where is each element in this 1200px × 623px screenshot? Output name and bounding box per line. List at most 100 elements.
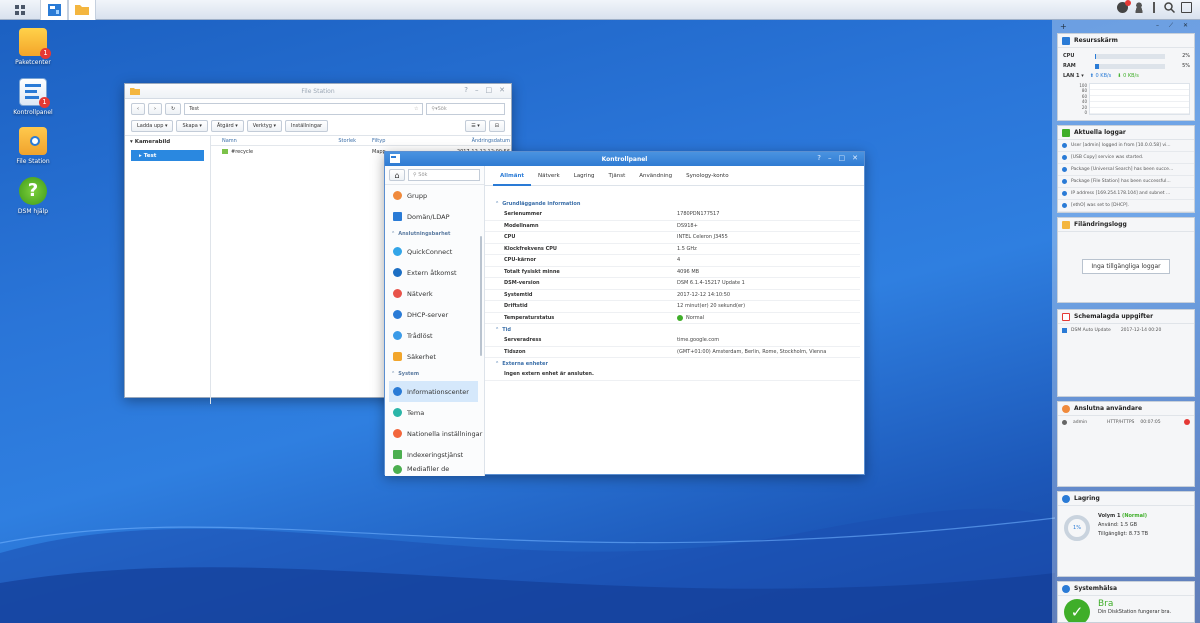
info-value: 1780PDN177517 (677, 211, 720, 218)
settings-button[interactable]: Inställningar (285, 119, 329, 132)
list-item[interactable]: [USB Copy] service was started. (1058, 152, 1194, 164)
tab-network[interactable]: Nätverk (531, 173, 567, 179)
search-placeholder: Sök (437, 106, 447, 112)
desktop-icon-dsm-help[interactable]: ? DSM hjälp (3, 177, 63, 215)
desktop-icon-control-panel[interactable]: 1 Kontrollpanel (3, 78, 63, 116)
tree-root[interactable]: ▾ Kamerabild (125, 139, 210, 148)
column-type[interactable]: Filtyp (362, 138, 422, 144)
widget-header[interactable]: Anslutna användare (1058, 402, 1194, 416)
widgets-icon[interactable] (1181, 2, 1192, 13)
user-icon[interactable] (1134, 2, 1144, 13)
notification-icon[interactable] (1117, 0, 1131, 13)
sidebar-item-wireless[interactable]: Trådlöst (385, 325, 484, 346)
tools-label: Verktyg (252, 122, 272, 129)
task-row[interactable]: DSM Auto Update 2017-12-14 00:20 (1058, 324, 1194, 336)
path-field[interactable]: Test ☆ (184, 103, 424, 115)
resource-monitor-icon (1062, 36, 1070, 45)
list-item[interactable]: Package [Universal Search] has been succ… (1058, 164, 1194, 176)
search-input[interactable]: ⚲▾ Sök (426, 103, 505, 115)
info-key: Driftstid (504, 303, 528, 310)
forward-button[interactable]: › (148, 103, 162, 115)
search-input[interactable]: ⚲ Sök (408, 169, 480, 181)
sidebar-scrollbar[interactable] (480, 236, 482, 356)
sidebar-item-external-access[interactable]: Extern åtkomst (385, 262, 484, 283)
close-icon[interactable]: ✕ (499, 86, 505, 94)
user-row[interactable]: admin HTTP/HTTPS 00:07:05 (1058, 416, 1194, 428)
sidebar-item-info-center[interactable]: Informationscenter (389, 381, 478, 402)
sidebar-item-media[interactable]: Mediafiler de (385, 465, 484, 475)
widget-header[interactable]: Schemalagda uppgifter (1058, 310, 1194, 324)
info-value: DSM 6.1.4-15217 Update 1 (677, 280, 745, 287)
create-button[interactable]: Skapa ▾ (176, 119, 208, 132)
widget-header[interactable]: Systemhälsa (1058, 582, 1194, 596)
column-name[interactable]: Namn (222, 138, 312, 144)
back-button[interactable]: ‹ (131, 103, 145, 115)
download-value: 0 KB/s (1123, 73, 1139, 79)
list-item[interactable]: IP address [169.254.178.104] and subnet … (1058, 188, 1194, 200)
section-basic-info[interactable]: ⌃ Grundläggande information (485, 198, 860, 209)
list-item[interactable]: Package [File Station] has been successf… (1058, 176, 1194, 188)
tab-storage[interactable]: Lagring (567, 173, 602, 179)
info-key: CPU-kärnor (504, 257, 537, 264)
package-center-icon: 1 (19, 28, 51, 59)
sidebar-item-network[interactable]: Nätverk (385, 283, 484, 304)
action-button[interactable]: Åtgärd ▾ (210, 119, 244, 132)
sidebar-item-indexing[interactable]: Indexeringstjänst (385, 444, 484, 465)
options-icon[interactable] (1150, 2, 1158, 13)
list-item[interactable]: [ethO] was set to [DHCP]. (1058, 200, 1194, 212)
section-connectivity[interactable]: ⌃ Anslutningsbarhet (385, 227, 484, 241)
window-titlebar[interactable]: File Station ? – □ ✕ (125, 84, 511, 99)
search-icon[interactable] (1164, 2, 1175, 13)
sidebar-item-domain[interactable]: Domän/LDAP (385, 206, 484, 227)
tree-item-test[interactable]: ▸ Test (131, 150, 204, 161)
home-button[interactable]: ⌂ (389, 169, 405, 181)
view-list-button[interactable]: ☰ ▾ (465, 119, 486, 132)
users-icon (1062, 404, 1070, 413)
desktop-icon-package-center[interactable]: 1 Paketcenter (3, 28, 63, 66)
section-time[interactable]: ⌃ Tid (485, 324, 860, 335)
help-icon[interactable]: ? (817, 154, 821, 162)
widget-header[interactable]: Resursskärm (1058, 34, 1194, 48)
close-icon[interactable]: ✕ (852, 154, 858, 162)
widget-title: Aktuella loggar (1074, 129, 1126, 136)
main-menu-button[interactable] (0, 0, 40, 20)
add-widget-icon[interactable]: + (1060, 22, 1067, 31)
sidebar-item-theme[interactable]: Tema (385, 402, 484, 423)
window-titlebar[interactable]: Kontrollpanel ? – □ ✕ (385, 152, 864, 166)
tab-usage[interactable]: Användning (632, 173, 679, 179)
help-icon[interactable]: ? (464, 86, 468, 94)
tab-service[interactable]: Tjänst (601, 173, 632, 179)
upload-button[interactable]: Ladda upp ▾ (131, 119, 174, 132)
section-system[interactable]: ⌃ System (385, 367, 484, 381)
minimize-icon[interactable]: – (475, 86, 479, 94)
taskbar-control-panel[interactable] (40, 0, 68, 20)
tools-button[interactable]: Verktyg ▾ (246, 119, 283, 132)
section-external-devices[interactable]: ⌃ Externa enheter (485, 358, 860, 369)
widget-header[interactable]: Lagring (1058, 492, 1194, 506)
column-size[interactable]: Storlek (312, 138, 362, 144)
sidebar-item-regional[interactable]: Nationella inställningar (385, 423, 484, 444)
view-detail-button[interactable]: ⊟ (488, 119, 505, 132)
taskbar-file-station[interactable] (68, 0, 96, 20)
widget-header[interactable]: Aktuella loggar (1058, 126, 1194, 140)
sidebar-item-dhcp[interactable]: DHCP-server (385, 304, 484, 325)
maximize-icon[interactable]: □ (486, 86, 493, 94)
volume-available: Tillgängligt: 8.73 TB (1098, 531, 1149, 537)
lan-label[interactable]: LAN 1 ▾ (1063, 73, 1084, 79)
sidebar-item-security[interactable]: Säkerhet (385, 346, 484, 367)
desktop-icon-file-station[interactable]: File Station (3, 127, 63, 165)
refresh-button[interactable]: ↻ (165, 103, 182, 115)
maximize-icon[interactable]: □ (839, 154, 846, 162)
tab-general[interactable]: Allmänt (493, 166, 532, 186)
star-icon[interactable]: ☆ (414, 106, 418, 112)
minimize-icon[interactable]: – (828, 154, 832, 162)
column-date[interactable]: Ändringsdatum (422, 138, 510, 144)
sidebar-item-group[interactable]: Grupp (385, 185, 484, 206)
log-text: Package [Universal Search] has been succ… (1071, 167, 1174, 172)
tab-synology-account[interactable]: Synology-konto (679, 173, 736, 179)
widget-header[interactable]: Filändringslogg (1058, 218, 1194, 232)
no-logs-button[interactable]: Inga tillgängliga loggar (1082, 259, 1170, 274)
list-item[interactable]: User [admin] logged in from [10.0.0.58] … (1058, 140, 1194, 152)
sidebar-item-quickconnect[interactable]: QuickConnect (385, 241, 484, 262)
disconnect-icon[interactable] (1184, 419, 1190, 425)
